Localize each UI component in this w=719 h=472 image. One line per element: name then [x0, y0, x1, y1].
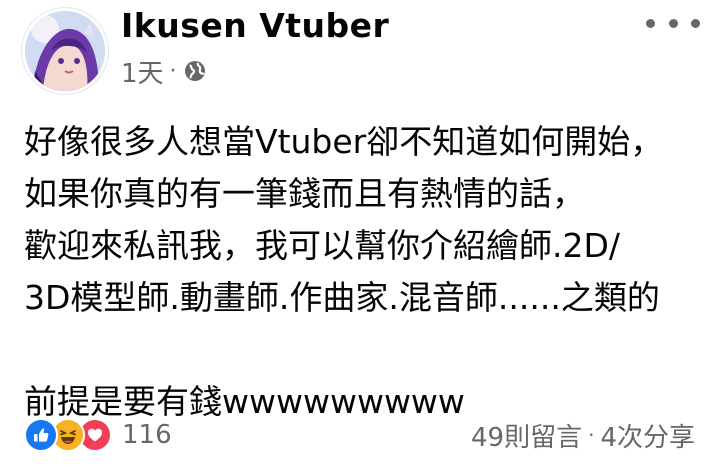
comments-count[interactable]: 49則留言: [471, 417, 582, 454]
facebook-post: Ikusen Vtuber 1天 · 好像很多人想當Vtuber卻不知道如何開始…: [0, 0, 719, 472]
post-line: 好像很多人想當Vtuber卻不知道如何開始，: [24, 122, 664, 161]
post-meta: 1天 ·: [121, 53, 207, 90]
meta-separator: ·: [169, 58, 177, 84]
like-icon: [24, 418, 58, 452]
more-dot: [646, 18, 655, 28]
more-dot: [691, 18, 700, 28]
post-line: 歡迎來私訊我，我可以幫你介紹繪師.2D/: [24, 226, 621, 265]
post-line: 如果你真的有一筆錢而且有熱情的話，: [24, 174, 585, 213]
avatar[interactable]: [22, 8, 108, 94]
shares-count[interactable]: 4次分享: [600, 417, 695, 454]
post-text: 好像很多人想當Vtuber卻不知道如何開始， 如果你真的有一筆錢而且有熱情的話，…: [24, 116, 704, 428]
author-name[interactable]: Ikusen Vtuber: [121, 6, 389, 45]
post-stats: 49則留言 · 4次分享: [471, 416, 695, 454]
post-line: 3D模型師.動畫師.作曲家.混音師......之類的: [24, 278, 660, 317]
post-time[interactable]: 1天: [121, 53, 164, 90]
globe-icon[interactable]: [183, 59, 207, 83]
more-options-icon[interactable]: [646, 12, 700, 34]
more-dot: [668, 18, 678, 28]
stats-separator: ·: [588, 423, 595, 447]
reaction-count: 116: [122, 420, 172, 450]
reactions-summary[interactable]: 116: [24, 416, 172, 454]
